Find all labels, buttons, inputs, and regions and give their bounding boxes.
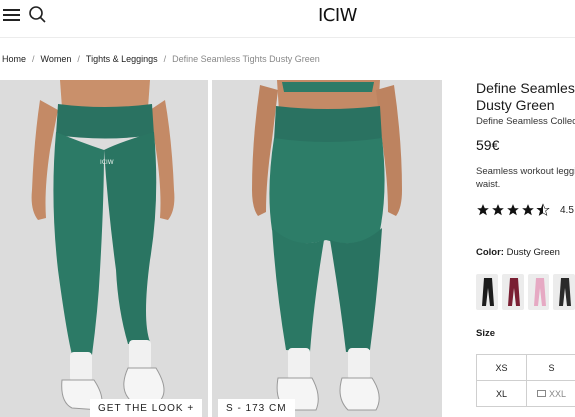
breadcrumb-current: Define Seamless Tights Dusty Green [172, 54, 320, 64]
color-swatches [476, 274, 575, 310]
get-the-look-button[interactable]: GET THE LOOK + [90, 399, 203, 417]
product-price: 59€ [476, 137, 500, 153]
size-option-xs[interactable]: XS [476, 354, 527, 381]
product-description-line1: Seamless workout leggings with high wais… [476, 166, 575, 177]
breadcrumb-home[interactable]: Home [2, 54, 26, 64]
hamburger-menu-icon[interactable] [3, 7, 21, 23]
model-size-tag: S - 173 CM [218, 399, 295, 417]
search-icon[interactable] [28, 5, 48, 25]
product-info-panel: Define Seamless Tights Dusty Green Defin… [476, 80, 575, 417]
product-image-back[interactable] [212, 80, 442, 417]
color-swatch-burgundy[interactable] [501, 274, 524, 310]
breadcrumb-women[interactable]: Women [41, 54, 72, 64]
product-image-front[interactable]: ICIW [0, 80, 208, 417]
site-header: ICIW [0, 0, 575, 38]
star-icon [522, 204, 534, 216]
svg-text:ICIW: ICIW [100, 159, 114, 166]
size-option-s[interactable]: S [526, 354, 575, 381]
color-swatch-dark[interactable] [553, 274, 575, 310]
breadcrumb-separator: / [163, 54, 167, 64]
rating-value: 4.5 [560, 204, 574, 216]
color-value: Dusty Green [506, 247, 560, 258]
product-title-line1: Define Seamless Tights [476, 80, 575, 96]
rating-stars [476, 203, 550, 217]
star-icon [477, 204, 489, 216]
product-collection-link[interactable]: Define Seamless Collection [476, 116, 575, 127]
size-option-xxl-label: XXL [548, 388, 566, 399]
color-swatch-black[interactable] [476, 274, 498, 310]
size-option-xl[interactable]: XL [476, 380, 527, 407]
size-option-xxl[interactable]: XXL [526, 380, 575, 407]
star-icon [507, 204, 519, 216]
size-selector: XS S XL XXL [476, 354, 575, 407]
breadcrumb-tights-leggings[interactable]: Tights & Leggings [86, 54, 158, 64]
breadcrumb-separator: / [32, 54, 35, 64]
size-label: Size [476, 328, 496, 339]
star-icon [492, 204, 504, 216]
product-rating[interactable]: 4.5 [476, 203, 575, 217]
color-swatch-pink[interactable] [527, 274, 550, 310]
product-description-line2: waist. [476, 179, 501, 190]
notify-mail-icon [536, 390, 546, 397]
brand-logo[interactable]: ICIW [318, 5, 357, 26]
product-title-line2: Dusty Green [476, 97, 555, 113]
breadcrumb: Home / Women / Tights & Leggings / Define Seam… [2, 54, 320, 64]
half-star-icon [536, 203, 550, 216]
breadcrumb-separator: / [77, 54, 80, 64]
color-selection: Color: Dusty Green [476, 247, 575, 258]
color-label: Color: [476, 247, 504, 258]
